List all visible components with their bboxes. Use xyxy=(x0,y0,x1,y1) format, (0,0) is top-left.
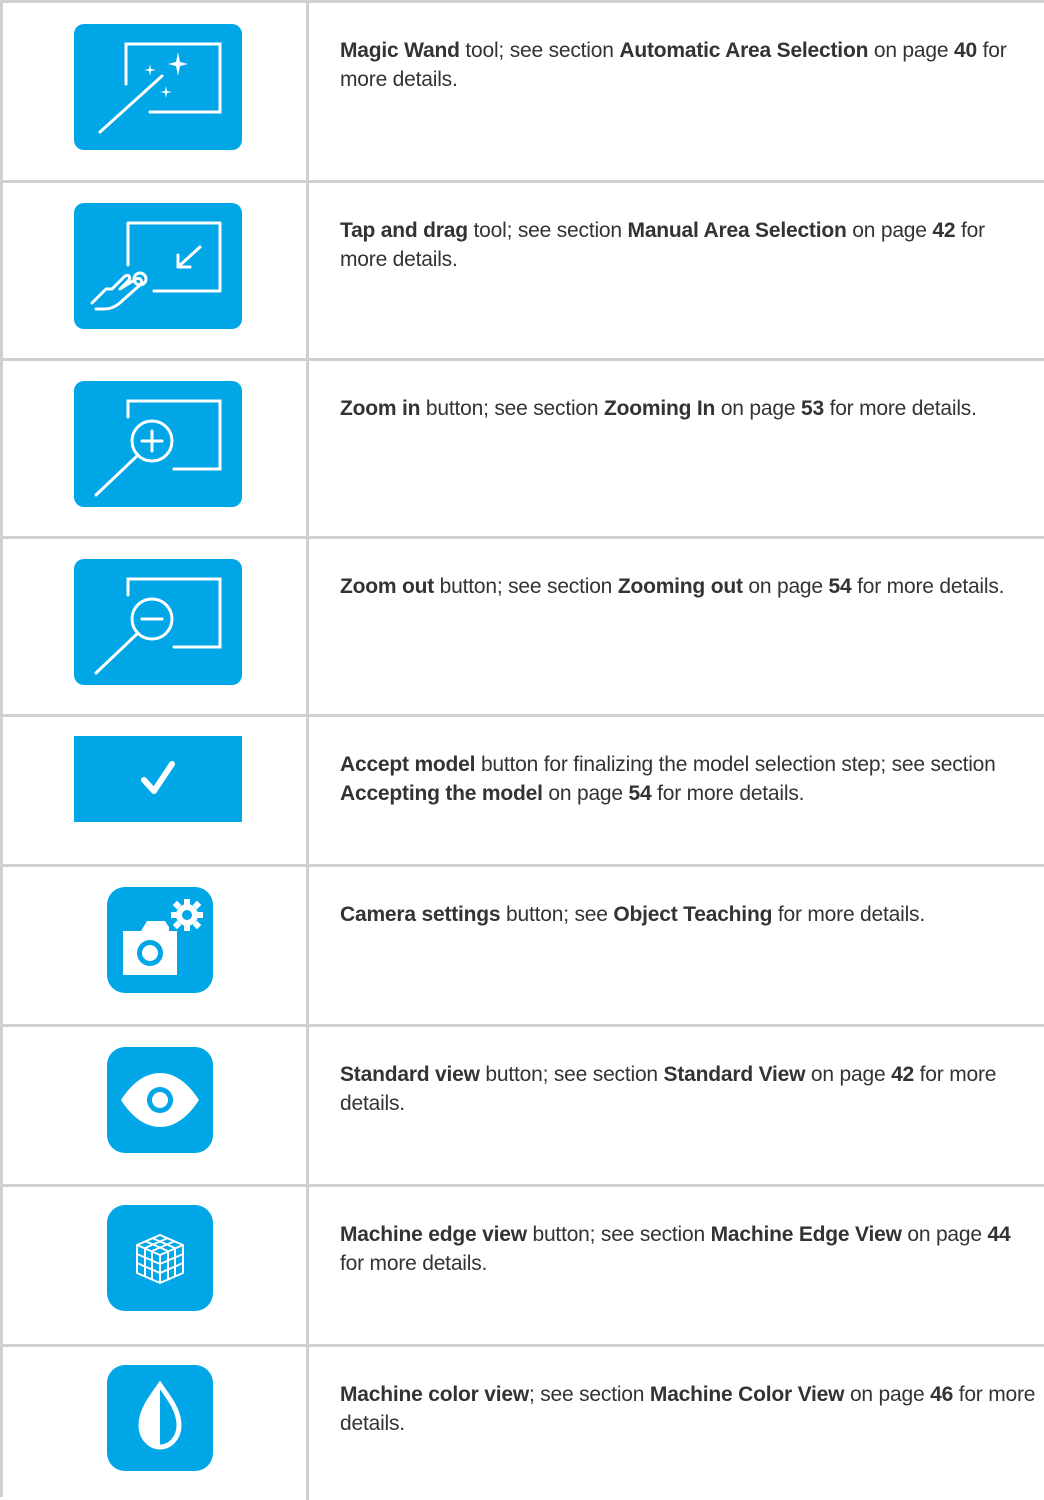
row-description: Zoom in button; see section Zooming In o… xyxy=(340,361,1037,423)
bold-text: Zoom in xyxy=(340,397,421,420)
bold-text: Manual Area Selection xyxy=(627,219,847,242)
bold-text: Zooming In xyxy=(604,397,716,420)
bold-text: 42 xyxy=(932,219,956,242)
text-run: on page xyxy=(542,782,629,805)
row-description: Camera settings button; see Object Teach… xyxy=(340,867,1037,929)
table-row-standard-view: Standard view button; see section Standa… xyxy=(3,1027,1044,1187)
text-run: tool; see section xyxy=(467,219,628,242)
bold-text: Machine edge view xyxy=(340,1223,527,1246)
bold-text: 42 xyxy=(891,1063,915,1086)
checkmark-icon[interactable] xyxy=(74,736,242,822)
bold-text: Magic Wand xyxy=(340,39,460,62)
tap-and-drag-icon[interactable] xyxy=(74,203,242,329)
bold-text: 54 xyxy=(828,575,852,598)
table-row-camera-settings: Camera settings button; see Object Teach… xyxy=(3,867,1044,1027)
table-row-machine-color-view: Machine color view; see section Machine … xyxy=(3,1347,1044,1500)
text-run: button; see section xyxy=(479,1063,664,1086)
row-description: Machine color view; see section Machine … xyxy=(340,1347,1037,1438)
text-run: on page xyxy=(868,39,954,62)
text-run: for more details. xyxy=(340,1252,488,1275)
camera-settings-icon[interactable] xyxy=(107,887,213,993)
bold-text: Machine Color View xyxy=(649,1383,845,1406)
bold-text: Machine Edge View xyxy=(710,1223,902,1246)
text-run: on page xyxy=(901,1223,988,1246)
text-run: for more details. xyxy=(772,903,925,926)
text-run: tool; see section xyxy=(459,39,620,62)
magic-wand-icon[interactable] xyxy=(74,24,242,150)
bold-text: Automatic Area Selection xyxy=(619,39,869,62)
table-row-machine-edge-view: Machine edge view button; see section Ma… xyxy=(3,1187,1044,1347)
bold-text: Standard View xyxy=(663,1063,806,1086)
color-drop-icon[interactable] xyxy=(107,1365,213,1471)
table-row-tap-and-drag: Tap and drag tool; see section Manual Ar… xyxy=(3,183,1044,361)
table-row-magic-wand: Magic Wand tool; see section Automatic A… xyxy=(3,3,1044,183)
row-description: Standard view button; see section Standa… xyxy=(340,1027,1037,1118)
text-run: button; see section xyxy=(526,1223,711,1246)
text-run: on page xyxy=(715,397,801,420)
text-run: on page xyxy=(742,575,829,598)
bold-text: Machine color view xyxy=(340,1383,529,1406)
table-row-zoom-out: Zoom out button; see section Zooming out… xyxy=(3,539,1044,717)
text-run: ; see section xyxy=(528,1383,650,1406)
text-run: button; see section xyxy=(434,575,618,598)
bold-text: 44 xyxy=(987,1223,1011,1246)
row-description: Tap and drag tool; see section Manual Ar… xyxy=(340,183,1037,274)
bold-text: Accepting the model xyxy=(340,782,543,805)
bold-text: 54 xyxy=(628,782,652,805)
text-run: for more details. xyxy=(651,782,805,805)
row-description: Accept model button for finalizing the m… xyxy=(340,717,1037,808)
bold-text: Camera settings xyxy=(340,903,501,926)
icon-reference-table: Magic Wand tool; see section Automatic A… xyxy=(0,0,1044,1500)
cube-grid-icon[interactable] xyxy=(107,1205,213,1311)
bold-text: Object Teaching xyxy=(613,903,773,926)
bold-text: 40 xyxy=(953,39,977,62)
text-run: on page xyxy=(844,1383,931,1406)
text-run: button; see xyxy=(500,903,614,926)
row-description: Machine edge view button; see section Ma… xyxy=(340,1187,1037,1278)
text-run: on page xyxy=(846,219,933,242)
bold-text: Standard view xyxy=(340,1063,480,1086)
bold-text: Zoom out xyxy=(340,575,435,598)
zoom-out-icon[interactable] xyxy=(74,559,242,685)
zoom-in-icon[interactable] xyxy=(74,381,242,507)
row-description: Magic Wand tool; see section Automatic A… xyxy=(340,3,1037,94)
table-row-accept-model: Accept model button for finalizing the m… xyxy=(3,717,1044,867)
table-row-zoom-in: Zoom in button; see section Zooming In o… xyxy=(3,361,1044,539)
eye-icon[interactable] xyxy=(107,1047,213,1153)
text-run: button for finalizing the model selectio… xyxy=(475,753,996,776)
text-run: on page xyxy=(805,1063,892,1086)
bold-text: Tap and drag xyxy=(340,219,468,242)
bold-text: 53 xyxy=(800,397,824,420)
bold-text: 46 xyxy=(930,1383,954,1406)
text-run: for more details. xyxy=(851,575,1005,598)
text-run: for more details. xyxy=(823,397,977,420)
bold-text: Zooming out xyxy=(617,575,743,598)
bold-text: Accept model xyxy=(340,753,476,776)
row-description: Zoom out button; see section Zooming out… xyxy=(340,539,1037,601)
text-run: button; see section xyxy=(420,397,605,420)
